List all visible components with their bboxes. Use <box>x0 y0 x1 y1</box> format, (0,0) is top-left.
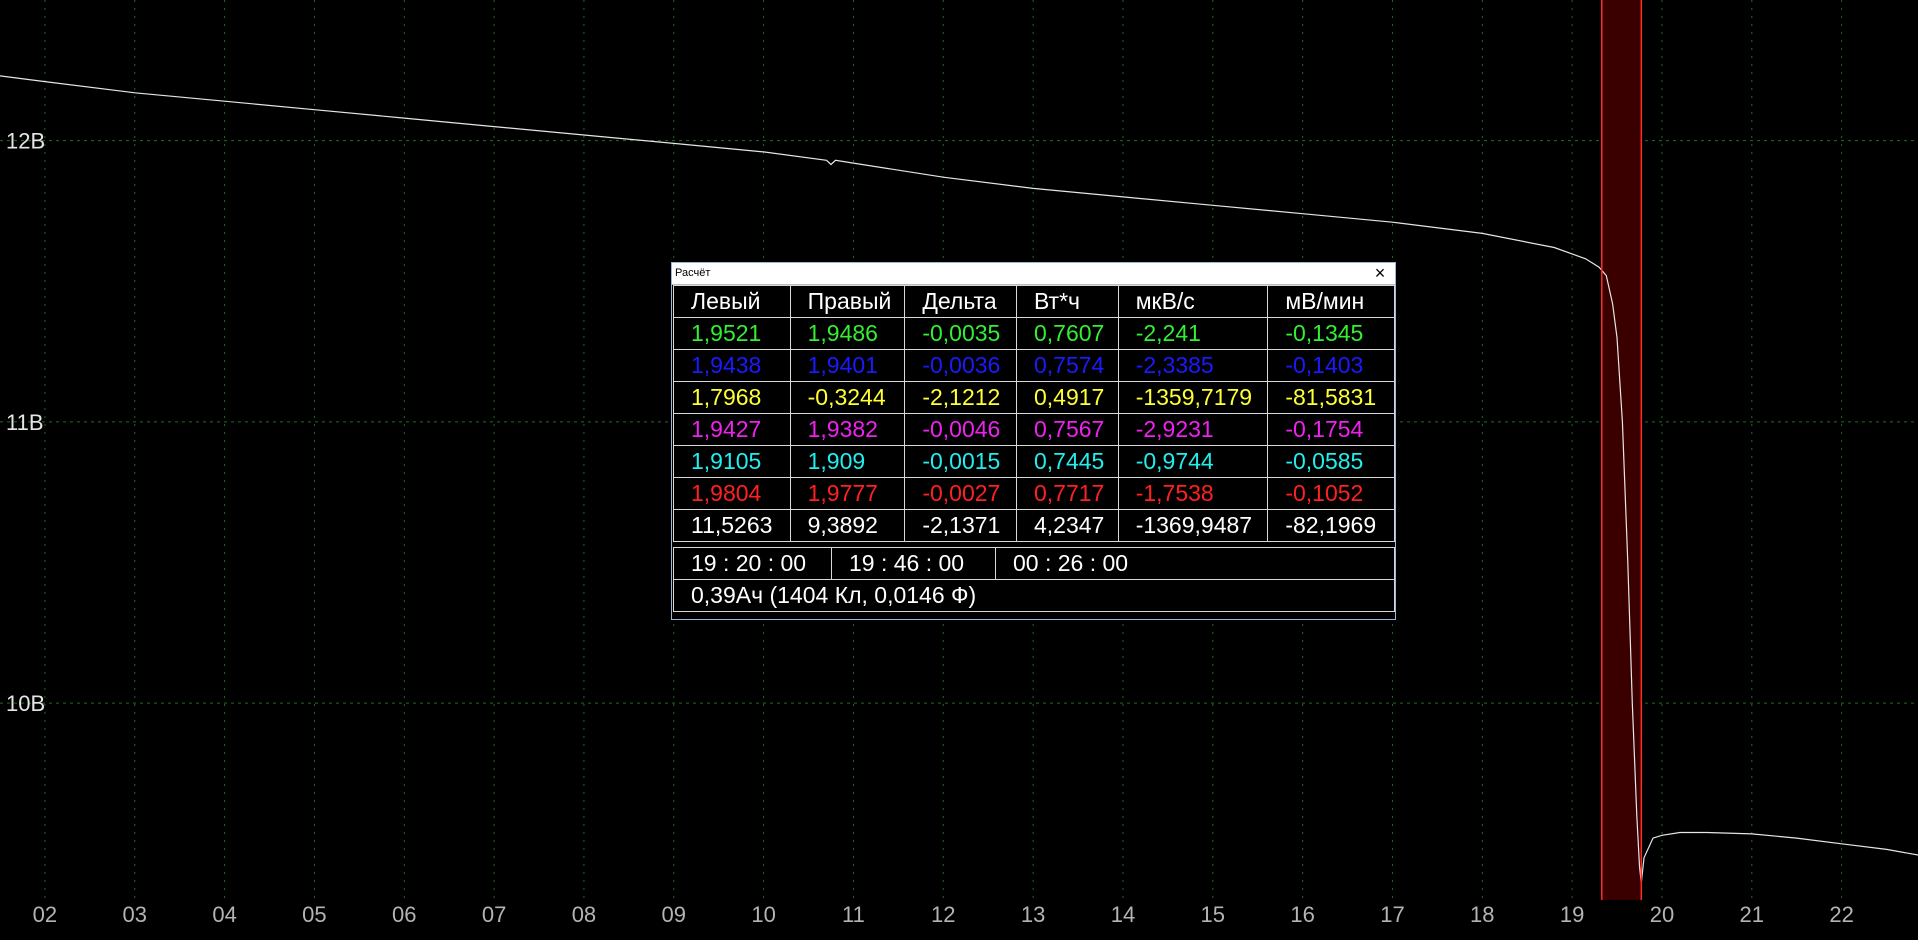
y-tick-label: 12В <box>6 129 45 154</box>
calc-row: 1,9105 1,909 -0,0015 0,7445 -0,9744 -0,0585 <box>673 445 1395 478</box>
x-tick-label: 18 <box>1470 902 1494 927</box>
calc-row: 1,9427 1,9382 -0,0046 0,7567 -2,9231 -0,1754 <box>673 413 1395 446</box>
calc-cell: -0,1345 <box>1267 317 1395 350</box>
column-header: Вт*ч <box>1015 285 1119 318</box>
x-tick-label: 08 <box>572 902 596 927</box>
column-header: Левый <box>673 285 791 318</box>
calc-cell: 1,9427 <box>673 413 791 446</box>
calc-cell: 1,9486 <box>789 317 906 350</box>
calc-table: Левый Правый Дельта Вт*ч мкВ/с мВ/мин 1,9521 1,… <box>673 285 1395 542</box>
calc-cell: -81,5831 <box>1267 381 1395 414</box>
x-tick-label: 19 <box>1560 902 1584 927</box>
x-tick-label: 17 <box>1380 902 1404 927</box>
calc-cell: 1,9521 <box>673 317 791 350</box>
calc-cell: -0,0046 <box>904 413 1017 446</box>
calc-cell: 0,4917 <box>1015 381 1119 414</box>
calc-row: 11,5263 9,3892 -2,1371 4,2347 -1369,9487 -82,… <box>673 509 1395 542</box>
x-tick-label: 14 <box>1111 902 1135 927</box>
x-tick-label: 12 <box>931 902 955 927</box>
calc-cell: 0,7445 <box>1015 445 1119 478</box>
charge-summary: 0,39Ач (1404 Кл, 0,0146 Ф) <box>673 579 1395 612</box>
calc-cell: 1,909 <box>789 445 906 478</box>
time-left: 19 : 20 : 00 <box>673 547 832 580</box>
calc-cell: 0,7574 <box>1015 349 1119 382</box>
close-icon[interactable]: × <box>1369 263 1391 284</box>
column-header: мкВ/с <box>1117 285 1269 318</box>
calc-cell: -0,0027 <box>904 477 1017 510</box>
x-tick-label: 09 <box>662 902 686 927</box>
calc-cell: 1,9438 <box>673 349 791 382</box>
x-tick-label: 05 <box>302 902 326 927</box>
calc-cell: 1,9777 <box>789 477 906 510</box>
calc-cell: -0,1403 <box>1267 349 1395 382</box>
column-header: Правый <box>789 285 906 318</box>
calc-cell: -0,0015 <box>904 445 1017 478</box>
x-tick-label: 21 <box>1740 902 1764 927</box>
calc-cell: 11,5263 <box>673 509 791 542</box>
x-tick-label: 22 <box>1829 902 1853 927</box>
x-tick-label: 15 <box>1201 902 1225 927</box>
x-tick-label: 04 <box>212 902 236 927</box>
x-tick-label: 16 <box>1290 902 1314 927</box>
x-tick-label: 11 <box>842 902 865 927</box>
calc-cell: 1,9382 <box>789 413 906 446</box>
calc-row: 1,9804 1,9777 -0,0027 0,7717 -1,7538 -0,1052 <box>673 477 1395 510</box>
calc-cell: 9,3892 <box>789 509 906 542</box>
y-tick-label: 10В <box>6 691 45 716</box>
x-tick-label: 03 <box>123 902 147 927</box>
calc-cell: -0,1052 <box>1267 477 1395 510</box>
x-tick-label: 10 <box>751 902 775 927</box>
time-delta: 00 : 26 : 00 <box>995 547 1395 580</box>
column-header: мВ/мин <box>1267 285 1395 318</box>
x-tick-label: 06 <box>392 902 416 927</box>
calc-dialog-title: Расчёт <box>675 267 711 279</box>
calc-cell: -0,0585 <box>1267 445 1395 478</box>
calc-cell: -0,9744 <box>1117 445 1269 478</box>
calc-cell: -2,3385 <box>1117 349 1269 382</box>
calc-cell: 0,7717 <box>1015 477 1119 510</box>
calc-cell: 0,7567 <box>1015 413 1119 446</box>
x-tick-label: 20 <box>1650 902 1674 927</box>
calc-cell: -1359,7179 <box>1117 381 1269 414</box>
calc-row: 1,9438 1,9401 -0,0036 0,7574 -2,3385 -0,1403 <box>673 349 1395 382</box>
x-tick-label: 02 <box>33 902 57 927</box>
calc-cell: -82,1969 <box>1267 509 1395 542</box>
calc-cell: 4,2347 <box>1015 509 1119 542</box>
calc-cell: 0,7607 <box>1015 317 1119 350</box>
calc-cell: -1,7538 <box>1117 477 1269 510</box>
calc-cell: -1369,9487 <box>1117 509 1269 542</box>
calc-row: 1,9521 1,9486 -0,0035 0,7607 -2,241 -0,1345 <box>673 317 1395 350</box>
time-right: 19 : 46 : 00 <box>831 547 996 580</box>
calc-cell: -0,0036 <box>904 349 1017 382</box>
calc-header-row: Левый Правый Дельта Вт*ч мкВ/с мВ/мин <box>673 285 1395 318</box>
calc-cell: -0,3244 <box>789 381 906 414</box>
calc-dialog-titlebar[interactable]: Расчёт × <box>672 263 1395 285</box>
calc-cell: -2,241 <box>1117 317 1269 350</box>
y-tick-label: 11В <box>6 410 44 435</box>
calc-cell: -2,9231 <box>1117 413 1269 446</box>
calc-row: 1,7968 -0,3244 -2,1212 0,4917 -1359,7179 -81,… <box>673 381 1395 414</box>
calc-cell: 1,9804 <box>673 477 791 510</box>
calc-cell: 1,9401 <box>789 349 906 382</box>
column-header: Дельта <box>904 285 1017 318</box>
calc-cell: 1,9105 <box>673 445 791 478</box>
calc-cell: -2,1371 <box>904 509 1017 542</box>
calc-cell: -0,1754 <box>1267 413 1395 446</box>
calc-cell: -0,0035 <box>904 317 1017 350</box>
calc-dialog[interactable]: Расчёт × Левый Правый Дельта Вт*ч мкВ/с мВ/ми… <box>671 262 1396 620</box>
x-tick-label: 13 <box>1021 902 1045 927</box>
calc-cell: -2,1212 <box>904 381 1017 414</box>
calc-cell: 1,7968 <box>673 381 791 414</box>
x-tick-label: 07 <box>482 902 506 927</box>
